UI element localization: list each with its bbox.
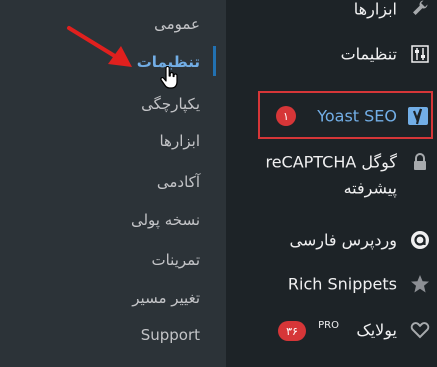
menu-item-wp-persian[interactable]: وردپرس فارسی — [226, 222, 437, 258]
menu-item-label: Rich Snippets — [287, 274, 397, 294]
menu-item-yoolike[interactable]: یولایک PRO ۳۶ — [226, 312, 437, 348]
lock-icon — [409, 151, 431, 173]
submenu-item-premium[interactable]: نسخه پولی — [131, 206, 200, 234]
menu-item-label: تنظیمات — [340, 44, 397, 64]
submenu-item-academy[interactable]: آکادمی — [157, 168, 200, 196]
menu-item-recaptcha[interactable]: گوگل reCAPTCHA پیشرفته — [226, 146, 437, 202]
hand-cursor-icon — [160, 66, 178, 89]
wrench-icon — [409, 0, 431, 19]
pro-tag: PRO — [318, 320, 339, 331]
settings-sliders-icon — [409, 43, 431, 65]
submenu-item-workouts[interactable]: تمرینات — [151, 246, 200, 274]
submenu-item-support[interactable]: Support — [141, 321, 200, 349]
menu-item-label-line1: گوگل reCAPTCHA — [265, 152, 397, 172]
star-icon — [409, 273, 431, 295]
notification-badge: ۳۶ — [278, 321, 306, 341]
menu-item-tools[interactable]: ابزارها — [226, 0, 437, 20]
red-arrow-icon — [67, 26, 132, 67]
admin-sidebar: ابزارها تنظیمات Yoast SEO ۱ گوگل reCAPTC… — [226, 0, 437, 367]
submenu-item-integrations[interactable]: یکپارچگی — [141, 90, 200, 118]
heart-outline-icon — [409, 319, 431, 341]
menu-item-settings[interactable]: تنظیمات — [226, 36, 437, 72]
wp-persian-icon — [409, 229, 431, 251]
menu-item-label: وردپرس فارسی — [289, 230, 397, 250]
highlight-box — [258, 91, 433, 139]
menu-item-rich-snippets[interactable]: Rich Snippets — [226, 266, 437, 302]
submenu-item-redirects[interactable]: تغییر مسیر — [132, 284, 200, 312]
active-item-indicator — [213, 46, 216, 76]
menu-item-label-line2: پیشرفته — [343, 178, 397, 198]
menu-item-label: یولایک — [356, 320, 397, 340]
menu-item-label: ابزارها — [353, 0, 397, 19]
submenu-item-tools[interactable]: ابزارها — [159, 127, 200, 155]
submenu-item-general[interactable]: عمومی — [154, 10, 200, 38]
